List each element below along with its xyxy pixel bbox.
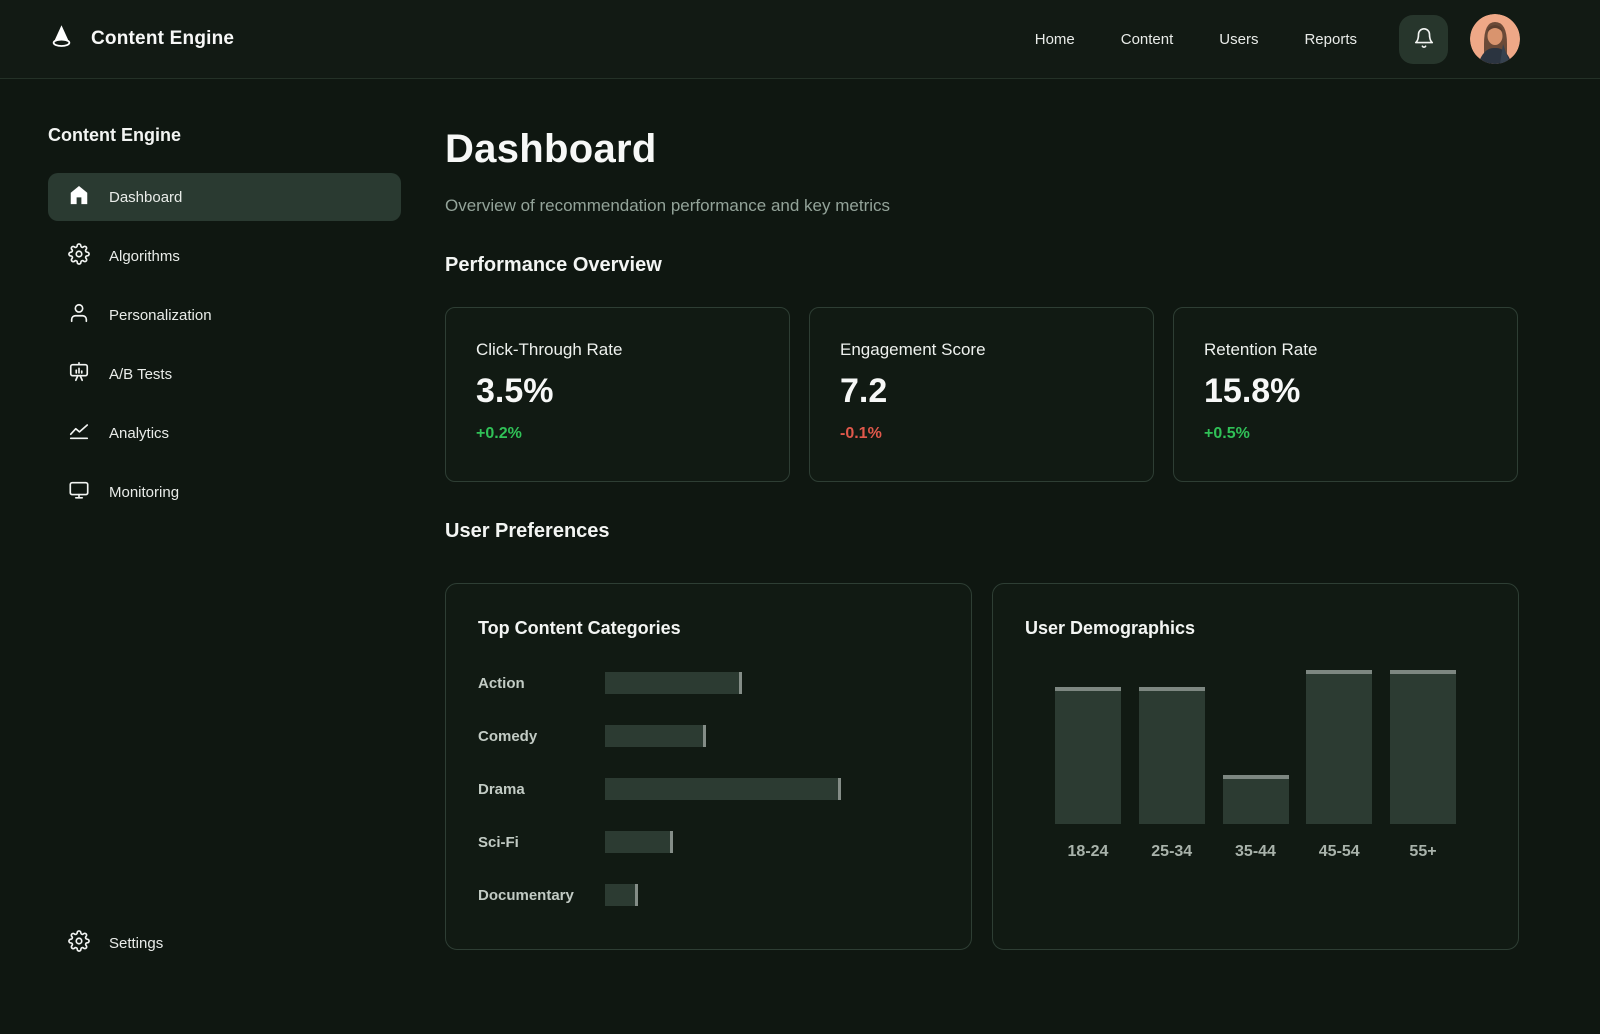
category-row: Comedy xyxy=(478,720,939,752)
sidebar: Content Engine Dashboard Algorithms xyxy=(0,79,430,1034)
category-row: Drama xyxy=(478,773,939,805)
sidebar-item-label: Algorithms xyxy=(109,248,180,265)
metric-value: 15.8% xyxy=(1204,372,1487,411)
sidebar-item-label: A/B Tests xyxy=(109,366,172,383)
demographics-column: 55+ xyxy=(1390,665,1456,861)
section-user-preferences: User Preferences xyxy=(445,520,1520,543)
category-label: Comedy xyxy=(478,728,605,745)
line-chart-icon xyxy=(68,420,90,447)
sidebar-item-monitoring[interactable]: Monitoring xyxy=(48,468,401,516)
demographics-tick-label: 35-44 xyxy=(1235,843,1276,861)
metric-delta: -0.1% xyxy=(840,425,1123,443)
nav-link-content[interactable]: Content xyxy=(1121,31,1174,48)
cone-icon xyxy=(48,23,75,55)
main-content: Dashboard Overview of recommendation per… xyxy=(445,79,1520,950)
bell-icon xyxy=(1413,27,1435,52)
demographics-bar xyxy=(1223,775,1289,824)
metric-delta: +0.2% xyxy=(476,425,759,443)
metric-card-engagement: Engagement Score 7.2 -0.1% xyxy=(809,307,1154,482)
sidebar-items: Dashboard Algorithms P xyxy=(48,173,401,516)
demographics-bar xyxy=(1139,687,1205,824)
metric-cards: Click-Through Rate 3.5% +0.2% Engagement… xyxy=(445,307,1520,482)
user-avatar[interactable] xyxy=(1470,14,1520,64)
nav-link-users[interactable]: Users xyxy=(1219,31,1258,48)
sidebar-title: Content Engine xyxy=(48,125,401,146)
chart-title: Top Content Categories xyxy=(478,618,939,639)
category-label: Sci-Fi xyxy=(478,834,605,851)
sidebar-item-settings[interactable]: Settings xyxy=(48,919,163,967)
navbar-right: Home Content Users Reports xyxy=(1035,14,1520,64)
metric-label: Engagement Score xyxy=(840,340,1123,360)
chart-title: User Demographics xyxy=(1025,618,1486,639)
page-title: Dashboard xyxy=(445,127,1520,172)
sidebar-item-analytics[interactable]: Analytics xyxy=(48,409,401,457)
sidebar-item-label: Personalization xyxy=(109,307,212,324)
demographics-bar xyxy=(1390,670,1456,824)
sidebar-item-label: Analytics xyxy=(109,425,169,442)
demographics-column: 25-34 xyxy=(1139,665,1205,861)
home-icon xyxy=(68,184,90,211)
chart-cards: Top Content Categories Action Comedy Dra… xyxy=(445,583,1520,950)
metric-card-retention: Retention Rate 15.8% +0.5% xyxy=(1173,307,1518,482)
category-bar xyxy=(605,725,706,747)
gear-icon xyxy=(68,243,90,270)
sidebar-item-ab-tests[interactable]: A/B Tests xyxy=(48,350,401,398)
top-content-categories-card: Top Content Categories Action Comedy Dra… xyxy=(445,583,972,950)
demographics-column: 18-24 xyxy=(1055,665,1121,861)
category-bar xyxy=(605,884,638,906)
notifications-button[interactable] xyxy=(1399,15,1448,64)
category-row: Action xyxy=(478,667,939,699)
sidebar-item-label: Settings xyxy=(109,935,163,952)
demographics-tick-label: 55+ xyxy=(1409,843,1436,861)
category-label: Documentary xyxy=(478,887,605,904)
nav-links: Home Content Users Reports xyxy=(1035,31,1357,48)
metric-label: Retention Rate xyxy=(1204,340,1487,360)
category-bar xyxy=(605,831,673,853)
user-demographics-card: User Demographics 18-24 25-34 35-44 xyxy=(992,583,1519,950)
app-window: Content Engine Home Content Users Report… xyxy=(0,0,1600,1034)
demographics-tick-label: 25-34 xyxy=(1151,843,1192,861)
metric-label: Click-Through Rate xyxy=(476,340,759,360)
category-bar xyxy=(605,672,742,694)
category-row: Documentary xyxy=(478,879,939,911)
demographics-tick-label: 18-24 xyxy=(1068,843,1109,861)
metric-value: 7.2 xyxy=(840,372,1123,411)
gear-icon xyxy=(48,930,90,957)
demographics-bar xyxy=(1306,670,1372,824)
category-label: Drama xyxy=(478,781,605,798)
sidebar-item-personalization[interactable]: Personalization xyxy=(48,291,401,339)
demographics-tick-label: 45-54 xyxy=(1319,843,1360,861)
nav-link-reports[interactable]: Reports xyxy=(1304,31,1357,48)
category-row: Sci-Fi xyxy=(478,826,939,858)
presentation-chart-icon xyxy=(68,361,90,388)
metric-delta: +0.5% xyxy=(1204,425,1487,443)
sidebar-item-label: Monitoring xyxy=(109,484,179,501)
demographics-bars: 18-24 25-34 35-44 45-54 xyxy=(1025,665,1486,861)
sidebar-item-dashboard[interactable]: Dashboard xyxy=(48,173,401,221)
brand-name: Content Engine xyxy=(91,28,234,50)
top-navbar: Content Engine Home Content Users Report… xyxy=(0,0,1600,79)
sidebar-item-label: Dashboard xyxy=(109,189,182,206)
demographics-bar xyxy=(1055,687,1121,824)
brand[interactable]: Content Engine xyxy=(48,23,234,55)
sidebar-item-algorithms[interactable]: Algorithms xyxy=(48,232,401,280)
user-icon xyxy=(68,302,90,329)
section-performance-overview: Performance Overview xyxy=(445,254,1520,277)
monitor-icon xyxy=(68,479,90,506)
nav-link-home[interactable]: Home xyxy=(1035,31,1075,48)
demographics-column: 35-44 xyxy=(1223,665,1289,861)
demographics-column: 45-54 xyxy=(1306,665,1372,861)
category-bars: Action Comedy Drama Sci-Fi xyxy=(478,667,939,911)
metric-value: 3.5% xyxy=(476,372,759,411)
category-bar xyxy=(605,778,841,800)
metric-card-ctr: Click-Through Rate 3.5% +0.2% xyxy=(445,307,790,482)
page-subtitle: Overview of recommendation performance a… xyxy=(445,196,1520,216)
category-label: Action xyxy=(478,675,605,692)
